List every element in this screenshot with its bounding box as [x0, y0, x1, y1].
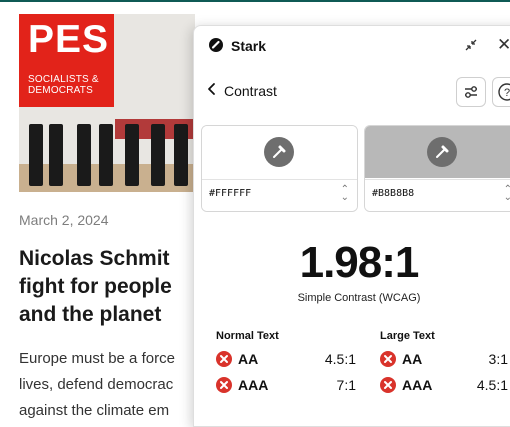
minimize-icon[interactable] — [464, 38, 478, 52]
article-headline[interactable]: Nicolas Schmit fight for people and the … — [19, 245, 209, 329]
large-aa-row: AA 3:1 — [380, 350, 508, 370]
photo-figure — [49, 124, 63, 186]
required-ratio: 4.5:1 — [476, 377, 508, 393]
fail-icon — [216, 377, 232, 393]
stepper-icon[interactable]: ⌃⌄ — [341, 185, 349, 203]
large-aaa-row: AAA 4.5:1 — [380, 376, 508, 396]
photo-figure — [125, 124, 139, 186]
photo-figure — [77, 124, 91, 186]
photo-figure — [99, 124, 113, 186]
fail-icon — [380, 377, 396, 393]
foreground-hex-field[interactable]: #FFFFFF ⌃ ⌄ — [202, 179, 357, 211]
question-mark-icon[interactable]: ? — [492, 77, 510, 107]
background-color-area[interactable] — [365, 126, 510, 178]
stark-title: Stark — [231, 38, 267, 54]
normal-aaa-row: AAA 7:1 — [216, 376, 356, 396]
required-ratio: 4.5:1 — [324, 351, 356, 367]
logo-subtitle-line2: DEMOCRATS — [28, 85, 93, 96]
stark-logo-icon — [209, 38, 223, 52]
close-icon[interactable]: ✕ — [497, 35, 510, 55]
foreground-hex-input[interactable]: #FFFFFF — [209, 188, 251, 199]
foreground-swatch[interactable]: #FFFFFF ⌃ ⌄ — [201, 125, 358, 212]
stepper-icon[interactable]: ⌃⌄ — [504, 185, 510, 203]
chevron-left-icon[interactable] — [206, 81, 218, 97]
wcag-level: AAA — [238, 377, 269, 393]
normal-text-heading: Normal Text — [216, 330, 279, 342]
background-hex-input[interactable]: #B8B8B8 — [372, 188, 414, 199]
background-hex-field[interactable]: #B8B8B8 ⌃⌄ — [365, 179, 510, 211]
normal-aa-row: AA 4.5:1 — [216, 350, 356, 370]
wcag-level: AA — [238, 351, 259, 367]
large-text-heading: Large Text — [380, 330, 435, 342]
pes-logo[interactable]: PES SOCIALISTS & DEMOCRATS — [19, 14, 114, 107]
required-ratio: 3:1 — [488, 351, 508, 367]
eyedropper-icon[interactable] — [427, 137, 457, 167]
photo-figure — [29, 124, 43, 186]
photo-figure — [151, 124, 165, 186]
stark-panel: Stark ✕ Contrast ? #FFFFFF ⌃ ⌄ #B8B8B8 1… — [193, 25, 510, 427]
logo-text: PES — [28, 18, 110, 61]
contrast-ratio-label: Simple Contrast (WCAG) — [297, 292, 421, 304]
wcag-level: AA — [402, 351, 423, 367]
svg-text:?: ? — [504, 87, 510, 99]
fail-icon — [216, 351, 232, 367]
article-date: March 2, 2024 — [19, 212, 109, 228]
logo-subtitle: SOCIALISTS & DEMOCRATS — [28, 74, 99, 96]
eyedropper-icon[interactable] — [264, 137, 294, 167]
background-swatch[interactable]: #B8B8B8 ⌃⌄ — [364, 125, 510, 212]
contrast-subheader: Contrast ? — [194, 66, 510, 114]
stark-header: Stark ✕ — [194, 26, 510, 66]
contrast-title: Contrast — [224, 83, 277, 99]
sliders-icon[interactable] — [456, 77, 486, 107]
logo-subtitle-line1: SOCIALISTS & — [28, 74, 99, 85]
top-accent-line — [0, 0, 510, 2]
fail-icon — [380, 351, 396, 367]
contrast-ratio: 1.98:1 — [299, 238, 420, 287]
foreground-color-area[interactable] — [202, 126, 357, 178]
wcag-level: AAA — [402, 377, 433, 393]
photo-figure — [174, 124, 188, 186]
article-excerpt: Europe must be a force lives, defend dem… — [19, 350, 175, 419]
required-ratio: 7:1 — [336, 377, 356, 393]
